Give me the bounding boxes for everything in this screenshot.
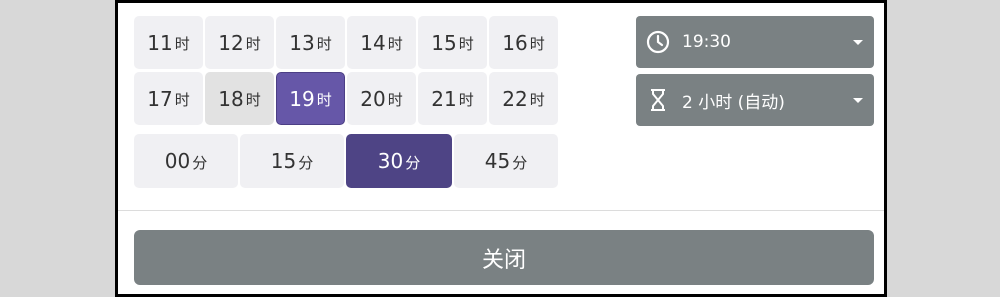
hour-unit: 时 [174,91,190,109]
hour-number: 19 [289,86,315,111]
minute-number: 30 [377,149,404,173]
hour-number: 14 [360,30,386,55]
minute-number: 45 [484,149,511,173]
hour-21-button[interactable]: 21 时 [418,72,487,125]
hour-17-button[interactable]: 17 时 [134,72,203,125]
time-dropdown[interactable]: 19:30 [636,16,874,68]
minute-15-button[interactable]: 15 分 [240,134,344,188]
hour-22-button[interactable]: 22 时 [489,72,558,125]
minute-00-button[interactable]: 00 分 [134,134,238,188]
hour-number: 20 [360,86,386,111]
close-button[interactable]: 关闭 [134,230,874,285]
hour-number: 17 [147,86,173,111]
hour-number: 15 [431,30,457,55]
hour-unit: 时 [316,35,332,53]
minute-30-button-selected[interactable]: 30 分 [346,134,452,188]
hour-18-button[interactable]: 18 时 [205,72,274,125]
hour-unit: 时 [174,35,190,53]
minute-unit: 分 [192,153,208,172]
chevron-down-icon [853,98,863,103]
hour-unit: 时 [245,35,261,53]
hour-19-button-selected[interactable]: 19 时 [276,72,345,125]
hour-14-button[interactable]: 14 时 [347,16,416,69]
hour-number: 13 [289,30,315,55]
hour-11-button[interactable]: 11 时 [134,16,203,69]
hour-unit: 时 [387,91,403,109]
hour-16-button[interactable]: 16 时 [489,16,558,69]
minute-45-button[interactable]: 45 分 [454,134,558,188]
duration-dropdown-value: 2 小时 (自动) [682,92,785,113]
hour-number: 12 [218,30,244,55]
hour-number: 16 [502,30,528,55]
chevron-down-icon [853,40,863,45]
hour-unit: 时 [458,35,474,53]
hour-unit: 时 [316,91,332,109]
hourglass-icon [646,88,670,112]
hour-unit: 时 [529,35,545,53]
hour-unit: 时 [529,91,545,109]
hour-12-button[interactable]: 12 时 [205,16,274,69]
time-picker-panel: 11 时 12 时 13 时 14 时 15 时 16 时 17 时 18 时 19 时 20 时 … [115,0,887,297]
hour-unit: 时 [458,91,474,109]
duration-dropdown[interactable]: 2 小时 (自动) [636,74,874,126]
hour-number: 18 [218,86,244,111]
hour-number: 11 [147,30,173,55]
hour-number: 22 [502,86,528,111]
hour-unit: 时 [387,35,403,53]
hour-number: 21 [431,86,457,111]
minute-unit: 分 [405,153,421,172]
hour-unit: 时 [245,91,261,109]
minute-unit: 分 [298,153,314,172]
clock-icon [646,30,670,54]
hour-20-button[interactable]: 20 时 [347,72,416,125]
minute-unit: 分 [512,153,528,172]
divider [118,210,884,211]
minute-number: 00 [164,149,191,173]
hour-15-button[interactable]: 15 时 [418,16,487,69]
hour-13-button[interactable]: 13 时 [276,16,345,69]
time-dropdown-value: 19:30 [682,32,731,52]
minute-number: 15 [270,149,297,173]
